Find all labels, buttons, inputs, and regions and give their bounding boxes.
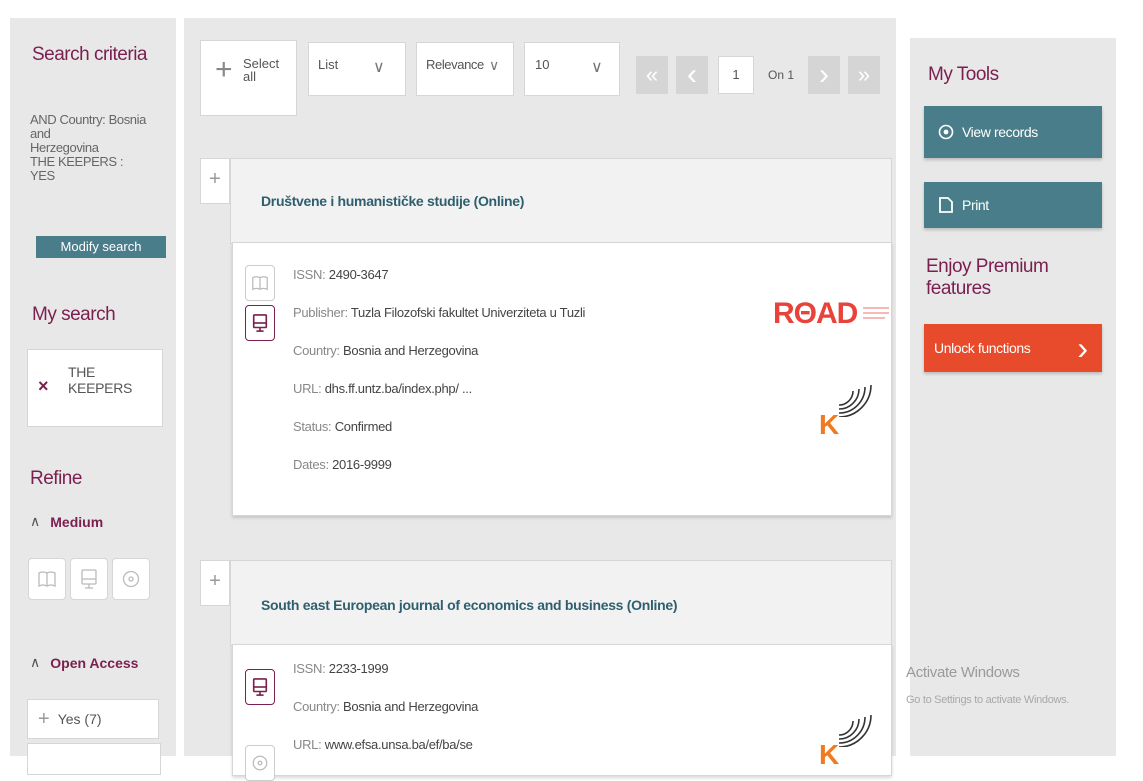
cd-rom-icon xyxy=(245,745,275,781)
unlock-label: Unlock functions xyxy=(934,340,1031,356)
medium-facet-toggle[interactable]: ∧ Medium xyxy=(30,513,103,530)
select-all-button[interactable]: + Select all xyxy=(200,40,297,116)
view-mode-value: List xyxy=(318,57,339,72)
last-page-button[interactable]: » xyxy=(848,56,880,94)
remove-term-icon[interactable]: × xyxy=(38,376,49,397)
k-logo: K xyxy=(819,685,879,775)
sort-select[interactable]: Relevance ∨ xyxy=(416,42,514,96)
per-page-value: 10 xyxy=(535,57,550,72)
refine-title: Refine xyxy=(30,468,82,489)
activate-windows-watermark: Activate Windows xyxy=(906,664,1020,681)
eye-icon xyxy=(938,124,954,140)
view-records-button[interactable]: View records xyxy=(924,106,1102,158)
facet-no-option[interactable] xyxy=(27,743,161,775)
online-monitor-icon xyxy=(245,669,275,705)
medium-icons xyxy=(28,558,150,600)
expand-record-button[interactable]: + xyxy=(200,560,230,606)
print-button[interactable]: Print xyxy=(924,182,1102,228)
online-monitor-icon xyxy=(245,305,275,341)
record-header: Društvene i humanističke studije (Online… xyxy=(230,158,892,244)
status-field: Status: Confirmed xyxy=(293,419,392,434)
chevron-up-icon: ∧ xyxy=(30,513,41,529)
search-criteria-title: Search criteria xyxy=(32,44,148,65)
url-field: URL: www.efsa.unsa.ba/ef/ba/se xyxy=(293,737,473,752)
unlock-functions-button[interactable]: Unlock functions › xyxy=(924,324,1102,372)
record-url-link[interactable]: www.efsa.unsa.ba/ef/ba/se xyxy=(325,737,473,752)
chevron-down-icon: ∨ xyxy=(591,59,603,76)
premium-title: Enjoy Premium features xyxy=(926,256,1049,299)
url-field: URL: dhs.ff.untz.ba/index.php/ ... xyxy=(293,381,472,396)
expand-record-button[interactable]: + xyxy=(200,158,230,204)
print-label: Print xyxy=(962,197,989,213)
open-access-facet-label: Open Access xyxy=(50,654,139,671)
per-page-select[interactable]: 10 ∨ xyxy=(524,42,620,96)
activate-windows-subtext: Go to Settings to activate Windows. xyxy=(906,694,1070,706)
country-field: Country: Bosnia and Herzegovina xyxy=(293,343,479,358)
publisher-field: Publisher: Tuzla Filozofski fakultet Uni… xyxy=(293,305,586,320)
record-header: South east European journal of economics… xyxy=(230,560,892,646)
record-card: ISSN: 2490-3647 Publisher: Tuzla Filozof… xyxy=(232,242,892,516)
sort-value: Relevance xyxy=(426,57,484,72)
view-mode-select[interactable]: List ∨ xyxy=(308,42,406,96)
record-card: ISSN: 2233-1999 Country: Bosnia and Herz… xyxy=(232,644,892,781)
facet-yes-label: Yes (7) xyxy=(57,711,102,727)
k-logo: K xyxy=(819,373,879,443)
view-records-label: View records xyxy=(962,124,1038,140)
next-page-button[interactable]: › xyxy=(808,56,840,94)
record-title-link[interactable]: Društvene i humanističke studije (Online… xyxy=(261,193,524,209)
prev-page-button[interactable]: ‹ xyxy=(676,56,708,94)
open-access-facet-toggle[interactable]: ∧ Open Access xyxy=(30,654,138,671)
road-logo: RΘAD xyxy=(773,297,890,330)
issn-field: ISSN: 2233-1999 xyxy=(293,661,389,676)
search-criteria-text: AND Country: Bosnia and Herzegovina THE … xyxy=(30,112,146,183)
plus-icon: + xyxy=(38,707,50,730)
page-number-input[interactable]: 1 xyxy=(718,56,754,94)
document-icon xyxy=(939,197,953,213)
page-count-label: On 1 xyxy=(768,68,795,82)
my-tools-title: My Tools xyxy=(928,64,999,85)
first-page-button[interactable]: « xyxy=(636,56,668,94)
plus-icon: + xyxy=(215,53,233,86)
select-all-label: Select all xyxy=(243,56,280,84)
dates-field: Dates: 2016-9999 xyxy=(293,457,392,472)
my-search-title: My search xyxy=(32,304,116,325)
tools-panel: My Tools View records Print Enjoy Premiu… xyxy=(906,38,1116,756)
facet-yes-option[interactable]: + Yes (7) xyxy=(27,699,159,739)
search-term-chip: × THE KEEPERS xyxy=(27,349,163,427)
record-title-link[interactable]: South east European journal of economics… xyxy=(261,597,678,613)
online-monitor-icon[interactable] xyxy=(70,558,108,600)
country-field: Country: Bosnia and Herzegovina xyxy=(293,699,479,714)
search-term-label: THE KEEPERS xyxy=(68,364,133,396)
chevron-down-icon: ∨ xyxy=(489,57,500,73)
left-sidebar: Search criteria AND Country: Bosnia and … xyxy=(10,18,176,775)
medium-facet-label: Medium xyxy=(50,513,104,530)
results-area: + Select all List ∨ Relevance ∨ 10 ∨ « ‹… xyxy=(184,18,896,781)
chevron-down-icon: ∨ xyxy=(373,59,385,76)
issn-field: ISSN: 2490-3647 xyxy=(293,267,389,282)
cd-rom-icon[interactable] xyxy=(112,558,150,600)
modify-search-button[interactable]: Modify search xyxy=(36,236,166,258)
chevron-right-icon: › xyxy=(1077,329,1088,366)
print-book-icon xyxy=(245,265,275,301)
record-url-link[interactable]: dhs.ff.untz.ba/index.php/ ... xyxy=(325,381,472,396)
print-book-icon[interactable] xyxy=(28,558,66,600)
chevron-up-icon: ∧ xyxy=(30,654,41,670)
